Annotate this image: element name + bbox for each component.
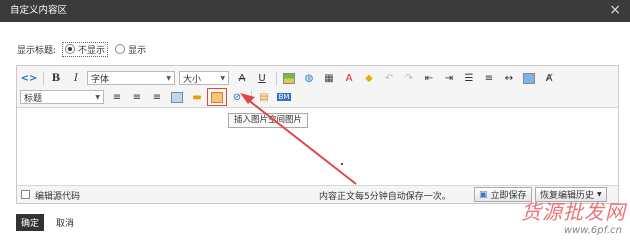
strikethrough-button[interactable]: A	[233, 70, 251, 86]
table-grid-icon[interactable]: ▦	[320, 70, 338, 86]
font-color-icon[interactable]: A	[340, 70, 358, 86]
rich-text-editor: <> B I 字体 ▼ 大小 ▼ A U ◍ ▦ A ◆ ↶ ↷ ⇤ ⇥ ☰ ≡…	[16, 65, 619, 204]
insert-gallery-icon[interactable]: ▤	[255, 89, 273, 105]
source-code-icon[interactable]: <>	[20, 70, 38, 86]
bold-button[interactable]: B	[47, 70, 65, 86]
editor-statusbar: 编辑源代码 内容正文每5分钟自动保存一次。 ▣ 立即保存 恢复编辑历史 ▼	[17, 185, 618, 203]
save-now-button[interactable]: ▣ 立即保存	[474, 187, 532, 202]
toolbar-tooltip: 插入图片空间图片	[228, 113, 309, 128]
insert-space-image-button[interactable]	[207, 88, 227, 106]
radio-hide-label: 不显示	[78, 45, 106, 56]
restore-history-button[interactable]: 恢复编辑历史 ▼	[535, 187, 607, 202]
dialog-title: 自定义内容区	[10, 5, 68, 16]
clear-format-icon[interactable]: Ⱥ	[540, 70, 558, 86]
insert-screen-icon[interactable]	[520, 70, 538, 86]
stray-dot	[341, 163, 343, 165]
insert-image-icon[interactable]	[280, 70, 298, 86]
redo-icon[interactable]: ↷	[400, 70, 418, 86]
indent-icon[interactable]: ⇥	[440, 70, 458, 86]
paragraph-format-value: 标题	[24, 93, 43, 104]
radio-unchecked-icon[interactable]	[115, 44, 126, 54]
ok-button[interactable]: 确定	[16, 214, 44, 231]
horizontal-rule-icon[interactable]: ↔	[500, 70, 518, 86]
toolbar-divider	[251, 90, 252, 104]
show-title-row: 显示标题: 不显示 显示	[17, 41, 153, 57]
font-size-select[interactable]: 大小 ▼	[179, 71, 229, 85]
outdent-icon[interactable]: ⇤	[420, 70, 438, 86]
toolbar-row-1: <> B I 字体 ▼ 大小 ▼ A U ◍ ▦ A ◆ ↶ ↷ ⇤ ⇥ ☰ ≡…	[20, 69, 560, 87]
underline-button[interactable]: U	[253, 70, 271, 86]
restore-history-label: 恢复编辑历史	[540, 191, 595, 201]
align-right-icon[interactable]: ≡	[148, 89, 166, 105]
bullet-list-icon[interactable]: ☰	[460, 70, 478, 86]
align-left-icon[interactable]: ≡	[108, 89, 126, 105]
font-family-value: 字体	[91, 74, 110, 85]
chevron-down-icon: ▼	[166, 74, 171, 82]
italic-button[interactable]: I	[67, 70, 85, 86]
radio-hide-title[interactable]: 不显示	[62, 41, 109, 57]
radio-checked-icon[interactable]	[65, 44, 76, 54]
toolbar-divider	[276, 71, 277, 85]
autosave-notice: 内容正文每5分钟自动保存一次。	[319, 192, 451, 202]
source-code-label: 编辑源代码	[35, 192, 81, 202]
paragraph-format-select[interactable]: 标题 ▼	[20, 90, 104, 104]
dialog-titlebar: 自定义内容区 ×	[0, 0, 630, 22]
toolbar-divider	[43, 71, 44, 85]
insert-bm-icon[interactable]: BM	[275, 89, 293, 105]
toolbar-row-2: 标题 ▼ ≡ ≡ ≡ ▬ ⊘ ▤ BM	[20, 88, 295, 106]
radio-show-label: 显示	[128, 45, 147, 56]
source-code-checkbox[interactable]	[21, 190, 30, 199]
editor-content-area[interactable]	[17, 108, 618, 185]
show-title-label: 显示标题:	[17, 45, 57, 56]
radio-show-title[interactable]: 显示	[115, 43, 146, 56]
insert-flash-icon[interactable]: ⊘	[228, 89, 246, 105]
font-family-select[interactable]: 字体 ▼	[87, 71, 175, 85]
editor-toolbar: <> B I 字体 ▼ 大小 ▼ A U ◍ ▦ A ◆ ↶ ↷ ⇤ ⇥ ☰ ≡…	[17, 66, 618, 108]
cancel-button[interactable]: 取消	[56, 214, 74, 231]
highlight-color-icon[interactable]: ◆	[360, 70, 378, 86]
numbered-list-icon[interactable]: ≡	[480, 70, 498, 86]
dialog-footer: 确定 取消	[0, 210, 630, 246]
chevron-down-icon: ▼	[220, 74, 225, 82]
close-icon[interactable]: ×	[609, 0, 621, 21]
chevron-down-icon: ▼	[597, 191, 602, 198]
emotion-icon[interactable]: ▬	[188, 89, 206, 105]
save-now-label: 立即保存	[490, 191, 527, 201]
insert-link-globe-icon[interactable]: ◍	[300, 70, 318, 86]
chevron-down-icon: ▼	[95, 93, 100, 101]
save-icon: ▣	[479, 189, 488, 200]
undo-icon[interactable]: ↶	[380, 70, 398, 86]
align-center-icon[interactable]: ≡	[128, 89, 146, 105]
font-size-value: 大小	[183, 74, 202, 85]
table-icon[interactable]	[168, 89, 186, 105]
